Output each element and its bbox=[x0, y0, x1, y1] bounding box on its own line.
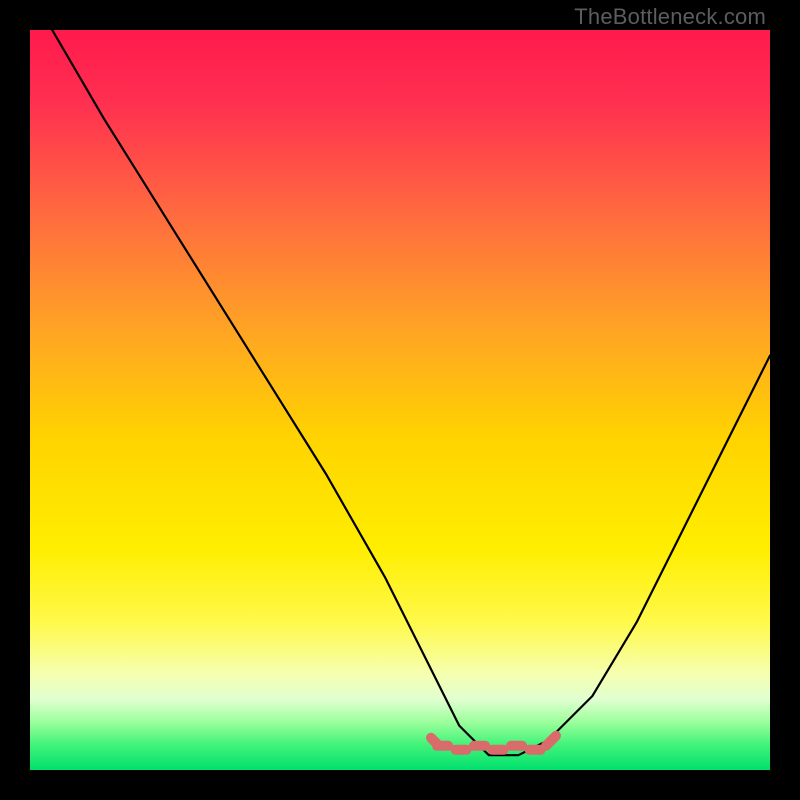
trough-marker-line bbox=[431, 736, 556, 750]
chart-frame bbox=[30, 30, 770, 770]
watermark-text: TheBottleneck.com bbox=[574, 4, 766, 30]
chart-svg bbox=[30, 30, 770, 770]
bottleneck-curve bbox=[52, 30, 770, 755]
